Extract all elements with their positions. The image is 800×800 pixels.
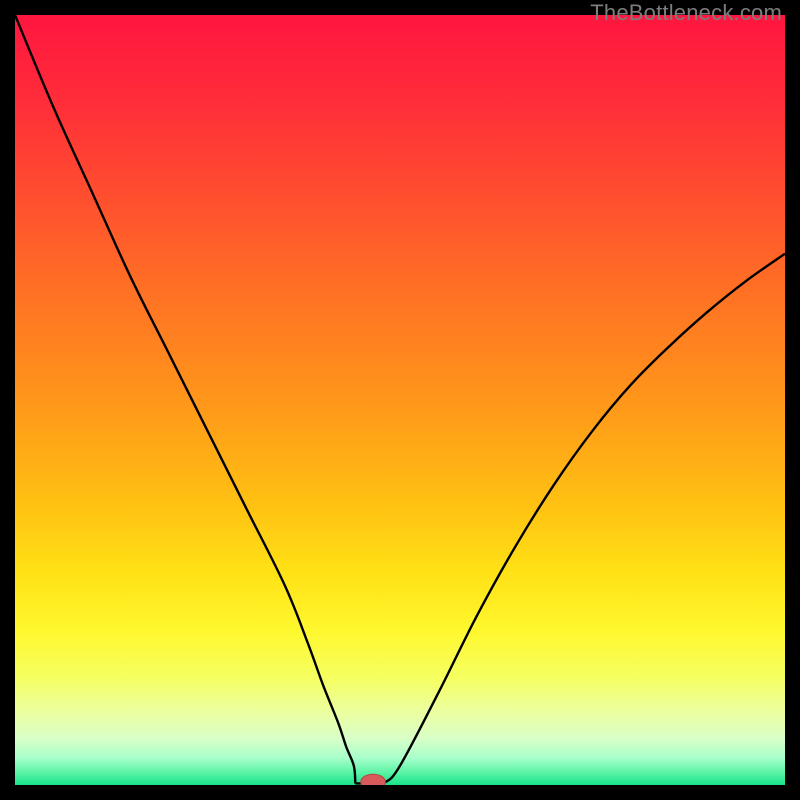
bottleneck-chart bbox=[15, 15, 785, 785]
chart-frame bbox=[15, 15, 785, 785]
gradient-background bbox=[15, 15, 785, 785]
watermark-text: TheBottleneck.com bbox=[590, 0, 782, 26]
